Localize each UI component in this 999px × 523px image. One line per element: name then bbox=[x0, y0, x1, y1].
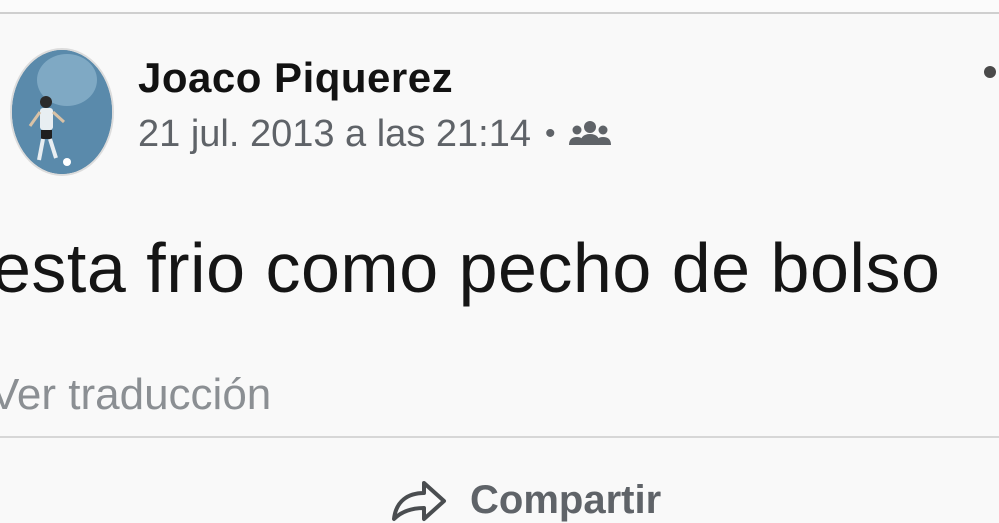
share-label: Compartir bbox=[470, 477, 662, 522]
share-button[interactable]: Compartir bbox=[388, 472, 661, 523]
post-timestamp[interactable]: 21 jul. 2013 a las 21:14 bbox=[138, 113, 531, 156]
friends-icon[interactable] bbox=[568, 119, 612, 149]
top-divider bbox=[0, 0, 999, 14]
author-avatar[interactable] bbox=[10, 48, 114, 176]
avatar-photo bbox=[12, 50, 112, 174]
post-meta: 21 jul. 2013 a las 21:14 • bbox=[138, 112, 612, 156]
more-options-icon[interactable] bbox=[984, 66, 996, 78]
actions-divider bbox=[0, 436, 999, 438]
meta-separator: • bbox=[544, 117, 556, 150]
share-arrow-icon bbox=[392, 481, 446, 521]
author-name[interactable]: Joaco Piquerez bbox=[138, 54, 453, 102]
post-text: esta frio como pecho de bolso bbox=[0, 229, 941, 307]
see-translation-link[interactable]: Ver traducción bbox=[0, 370, 271, 420]
